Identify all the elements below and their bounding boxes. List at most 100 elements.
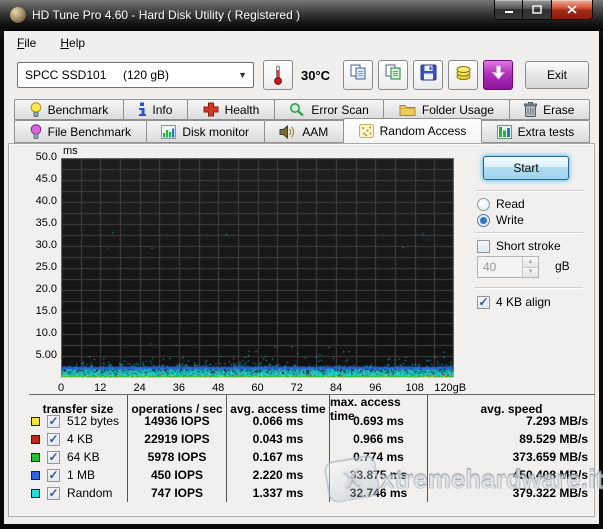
copy-image-button[interactable]	[378, 60, 408, 90]
tab-erase[interactable]: Erase	[509, 99, 591, 120]
y-tick-label: 25.0	[11, 261, 57, 273]
x-tick-label: 108	[406, 382, 424, 394]
y-tick-label: 45.0	[11, 173, 57, 185]
x-tick-label: 0	[58, 382, 64, 394]
spinner-arrows[interactable]: ▲▼	[522, 257, 538, 277]
tab-error-scan[interactable]: Error Scan	[274, 99, 385, 120]
max-access-cell: 32.746 ms	[329, 484, 427, 502]
toolbar: SPCC SSD101 (120 gB) ▼ 30°C Exit	[4, 55, 599, 95]
temperature-button[interactable]	[263, 60, 293, 90]
table-row: ✓4 KB22919 IOPS0.043 ms0.966 ms89.529 MB…	[29, 430, 595, 448]
y-tick-label: 50.0	[11, 151, 57, 163]
tab-benchmark[interactable]: Benchmark	[14, 99, 124, 120]
down-arrow-icon	[491, 65, 506, 85]
series-checkbox[interactable]: ✓	[47, 487, 60, 500]
benchmark-lamp-icon	[30, 102, 42, 118]
window-title: HD Tune Pro 4.60 - Hard Disk Utility ( R…	[32, 0, 300, 30]
write-radio[interactable]	[477, 214, 490, 227]
thermometer-icon	[272, 65, 284, 85]
tab-info[interactable]: Info	[123, 99, 188, 120]
table-row: ✓Random747 IOPS1.337 ms32.746 ms379.322 …	[29, 484, 595, 502]
avg-speed-cell: 450.408 MB/s	[427, 466, 595, 484]
tab-row-2: File Benchmark Disk monitorAAM Random Acce…	[14, 120, 589, 143]
x-tick-label: 12	[94, 382, 106, 394]
tab-label: Extra tests	[518, 125, 575, 139]
tab-label: Random Access	[380, 124, 467, 138]
copy-text-button[interactable]	[343, 60, 373, 90]
series-checkbox[interactable]: ✓	[47, 415, 60, 428]
series-checkbox[interactable]: ✓	[47, 451, 60, 464]
tab-label: File Benchmark	[48, 125, 131, 139]
minimize-button[interactable]	[494, 0, 523, 20]
tab-random-access[interactable]: Random Access	[343, 118, 482, 143]
y-tick-label: 40.0	[11, 195, 57, 207]
menu-help[interactable]: Help	[60, 36, 85, 50]
avg-access-cell: 1.337 ms	[226, 484, 329, 502]
speaker-icon	[279, 125, 296, 139]
series-color-swatch	[31, 471, 40, 480]
tab-health[interactable]: Health	[187, 99, 275, 120]
short-stroke-checkbox[interactable]	[477, 240, 490, 253]
tab-disk-monitor[interactable]: Disk monitor	[146, 120, 265, 143]
short-stroke-row[interactable]: Short stroke	[477, 239, 561, 253]
disk-monitor-icon	[161, 125, 176, 139]
close-button[interactable]	[551, 0, 593, 20]
drive-select[interactable]: SPCC SSD101 (120 gB) ▼	[17, 62, 254, 88]
transfer-size-cell: ✓ 64 KB	[29, 448, 127, 466]
transfer-size-cell: ✓4 KB	[29, 430, 127, 448]
access-time-chart	[61, 158, 454, 378]
chevron-down-icon: ▼	[238, 70, 247, 80]
table-row: ✓1 MB450 IOPS2.220 ms33.875 ms450.408 MB…	[29, 466, 595, 484]
maximize-button[interactable]	[523, 0, 551, 20]
title-bar: HD Tune Pro 4.60 - Hard Disk Utility ( R…	[0, 0, 603, 31]
download-button[interactable]	[483, 60, 513, 90]
operations-cell: 450 IOPS	[127, 466, 226, 484]
read-radio-row[interactable]: Read	[477, 197, 525, 211]
transfer-size-cell: ✓Random	[29, 484, 127, 502]
menu-bar: File Help	[4, 31, 599, 55]
menu-file[interactable]: File	[17, 36, 36, 50]
table-header-row: transfer sizeoperations / secavg. access…	[29, 395, 595, 412]
coins-button[interactable]	[448, 60, 478, 90]
tab-label: Info	[152, 103, 172, 117]
transfer-size-label: 64 KB	[67, 450, 100, 464]
series-checkbox[interactable]: ✓	[47, 469, 60, 482]
avg-speed-cell: 373.659 MB/s	[427, 448, 595, 466]
tab-folder-usage[interactable]: Folder Usage	[383, 99, 509, 120]
align-checkbox[interactable]: ✓	[477, 296, 490, 309]
separator	[475, 287, 583, 289]
tab-label: Health	[225, 103, 260, 117]
max-access-cell: 33.875 ms	[329, 466, 427, 484]
stroke-size-spinner[interactable]: 40 ▲▼	[477, 256, 539, 278]
random-dots-icon	[359, 124, 374, 138]
start-button[interactable]: Start	[483, 156, 569, 180]
read-label: Read	[496, 197, 525, 211]
tab-row-1: Benchmark Info Health Error Scan Folder Usag…	[14, 99, 589, 120]
erase-trash-icon	[524, 102, 537, 117]
write-radio-row[interactable]: Write	[477, 213, 524, 227]
exit-button[interactable]: Exit	[525, 61, 589, 89]
series-color-swatch	[31, 417, 40, 426]
tab-label: Folder Usage	[422, 103, 494, 117]
tab-extra-tests[interactable]: Extra tests	[481, 120, 590, 143]
tab-aam[interactable]: AAM	[264, 120, 344, 143]
x-tick-label: 72	[291, 382, 303, 394]
folder-icon	[399, 103, 416, 117]
table-row: ✓64 KB5978 IOPS0.167 ms0.774 ms373.659 M…	[29, 448, 595, 466]
max-access-cell: 0.774 ms	[329, 448, 427, 466]
series-color-swatch	[31, 435, 40, 444]
x-tick-label: 120gB	[434, 382, 466, 394]
save-button[interactable]	[413, 60, 443, 90]
results-table: transfer sizeoperations / secavg. access…	[29, 394, 595, 502]
series-checkbox[interactable]: ✓	[47, 433, 60, 446]
tab-file-benchmark[interactable]: File Benchmark	[14, 120, 147, 143]
avg-access-cell: 0.043 ms	[226, 430, 329, 448]
read-radio[interactable]	[477, 198, 490, 211]
x-tick-label: 96	[369, 382, 381, 394]
info-icon	[138, 102, 146, 117]
client-area: File Help SPCC SSD101 (120 gB) ▼ 30°C Exi…	[4, 31, 599, 524]
align-row[interactable]: ✓ 4 KB align	[477, 295, 551, 309]
x-tick-label: 36	[173, 382, 185, 394]
max-access-cell: 0.693 ms	[329, 412, 427, 430]
app-icon	[10, 7, 26, 23]
